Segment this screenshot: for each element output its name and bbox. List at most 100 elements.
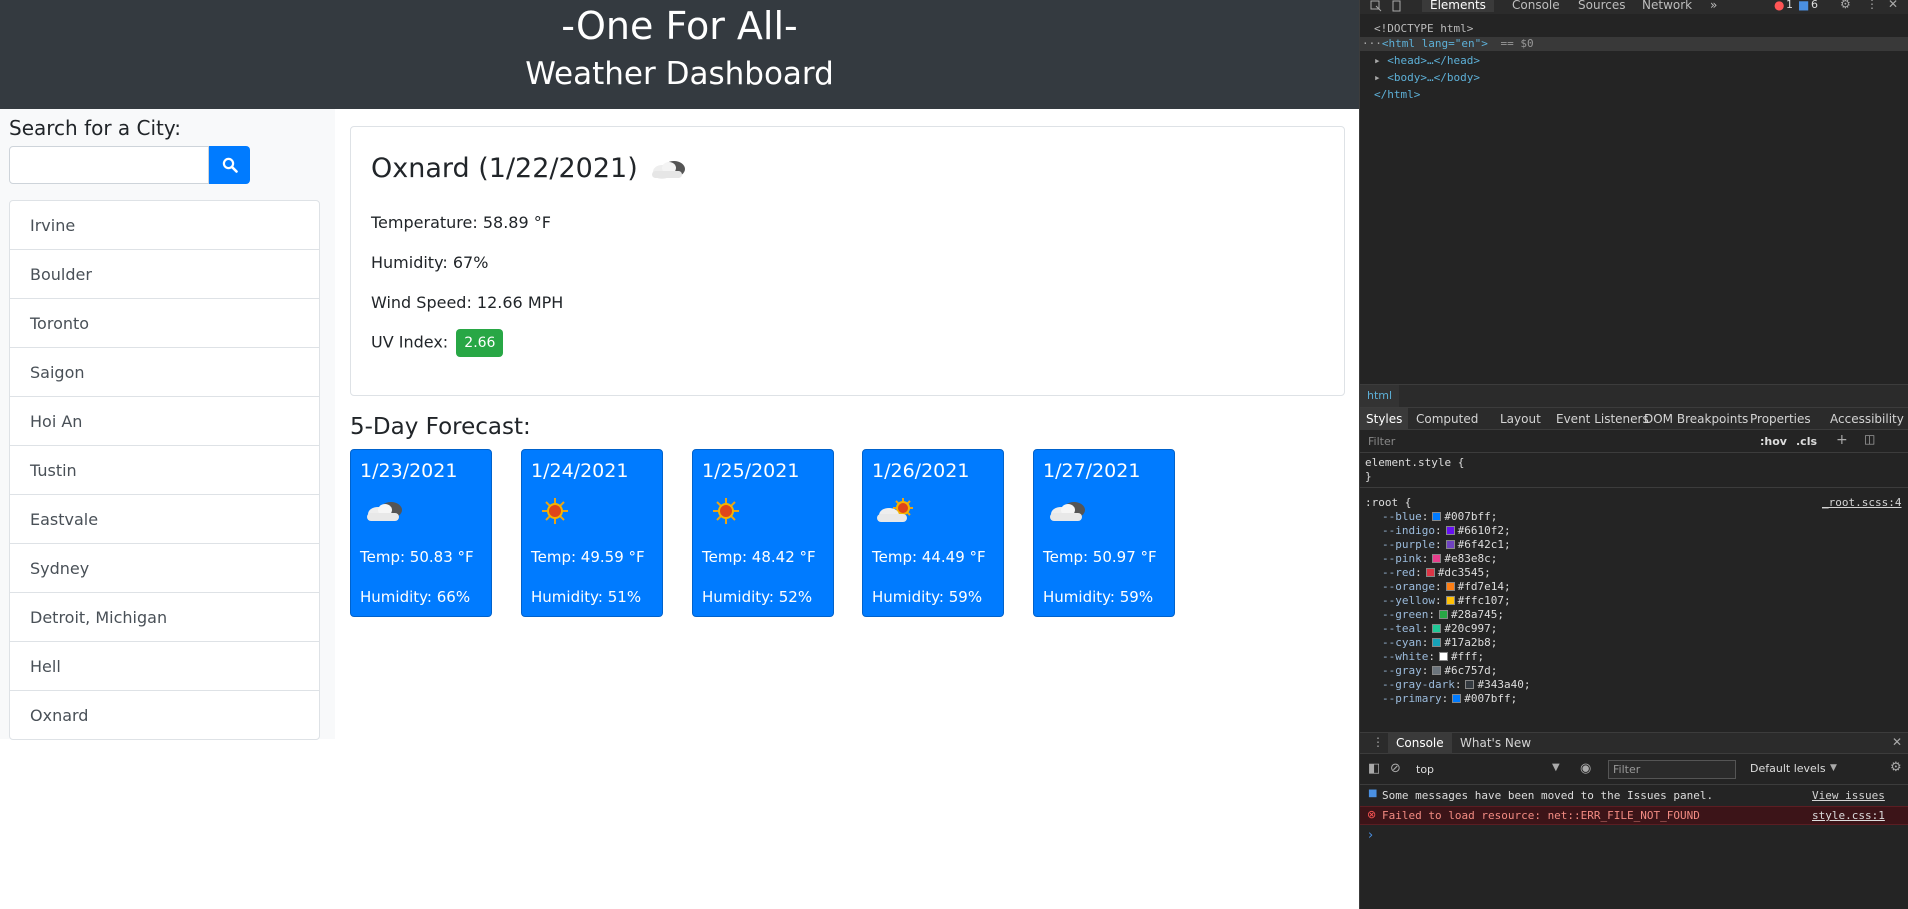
root-source-link[interactable]: _root.scss:4 xyxy=(1822,496,1901,509)
css-variable-value: #6c757d xyxy=(1444,664,1491,677)
drawer-menu-icon[interactable]: ⋮ xyxy=(1372,735,1384,749)
tab-drawer-console[interactable]: Console xyxy=(1388,733,1452,754)
css-variable[interactable]: --gray-dark: #343a40; xyxy=(1382,678,1530,691)
tab-properties[interactable]: Properties xyxy=(1750,412,1811,426)
console-prompt[interactable]: › xyxy=(1368,828,1373,843)
breadcrumb-html[interactable]: html xyxy=(1360,385,1400,407)
color-swatch[interactable] xyxy=(1445,582,1455,591)
console-settings-icon[interactable]: ⚙ xyxy=(1890,760,1902,775)
tab-accessibility[interactable]: Accessibility xyxy=(1830,412,1904,426)
city-item[interactable]: Boulder xyxy=(10,250,319,299)
tab-dom-breakpoints[interactable]: DOM Breakpoints xyxy=(1644,412,1748,426)
forecast-card: 1/24/2021 Temp: 49.59 °F Humidity: 51% xyxy=(521,449,663,617)
issue-count[interactable]: 6 xyxy=(1811,0,1818,11)
color-swatch[interactable] xyxy=(1445,596,1455,605)
search-input[interactable] xyxy=(9,146,209,184)
css-variable[interactable]: --gray: #6c757d; xyxy=(1382,664,1497,677)
city-item[interactable]: Sydney xyxy=(10,544,319,593)
css-variable[interactable]: --green: #28a745; xyxy=(1382,608,1504,621)
console-sidebar-icon[interactable]: ◧ xyxy=(1368,761,1380,776)
error-count[interactable]: 1 xyxy=(1786,0,1793,11)
current-weather-card: Oxnard (1/22/2021) Temperature: 58.89 °F… xyxy=(350,126,1345,396)
search-button[interactable] xyxy=(209,146,250,184)
css-variable[interactable]: --yellow: #ffc107; xyxy=(1382,594,1511,607)
city-item[interactable]: Hell xyxy=(10,642,319,691)
context-select[interactable]: top xyxy=(1416,763,1434,776)
css-variable-value: #6f42c1 xyxy=(1457,538,1504,551)
tab-layout[interactable]: Layout xyxy=(1500,412,1541,426)
kebab-menu-icon[interactable]: ⋮ xyxy=(1866,0,1878,11)
root-selector[interactable]: :root { xyxy=(1365,496,1411,509)
color-swatch[interactable] xyxy=(1432,554,1442,563)
forecast-date: 1/27/2021 xyxy=(1043,460,1141,482)
eye-icon[interactable]: ◉ xyxy=(1580,761,1591,776)
clear-console-icon[interactable]: ⊘ xyxy=(1390,761,1401,776)
hov-toggle[interactable]: :hov xyxy=(1760,435,1787,448)
css-variable[interactable]: --blue: #007bff; xyxy=(1382,510,1497,523)
dom-doctype[interactable]: <!DOCTYPE html> xyxy=(1374,22,1473,35)
css-variable[interactable]: --purple: #6f42c1; xyxy=(1382,538,1511,551)
css-variable[interactable]: --primary: #007bff; xyxy=(1382,692,1517,705)
device-toggle-icon[interactable] xyxy=(1390,0,1402,12)
cls-toggle[interactable]: .cls xyxy=(1796,435,1817,448)
forecast-card: 1/23/2021 Temp: 50.83 °F Humidity: 66% xyxy=(350,449,492,617)
colon: : xyxy=(1428,608,1435,621)
element-style-rule[interactable]: element.style { xyxy=(1365,456,1464,469)
color-swatch[interactable] xyxy=(1445,526,1455,535)
tab-event-listeners[interactable]: Event Listeners xyxy=(1556,412,1649,426)
cloud-icon xyxy=(1050,502,1085,521)
city-item[interactable]: Eastvale xyxy=(10,495,319,544)
city-item[interactable]: Hoi An xyxy=(10,397,319,446)
city-item[interactable]: Oxnard xyxy=(10,691,319,739)
tab-elements[interactable]: Elements xyxy=(1422,0,1494,12)
color-swatch[interactable] xyxy=(1438,610,1448,619)
city-item[interactable]: Tustin xyxy=(10,446,319,495)
inspect-icon[interactable] xyxy=(1370,0,1382,12)
css-variable[interactable]: --indigo: #6610f2; xyxy=(1382,524,1511,537)
dom-body[interactable]: ▸ <body>…</body> xyxy=(1374,71,1480,84)
css-variable[interactable]: --white: #fff; xyxy=(1382,650,1484,663)
tab-console[interactable]: Console xyxy=(1512,0,1560,12)
forecast-temp: Temp: 50.83 °F xyxy=(360,548,474,566)
css-variable[interactable]: --red: #dc3545; xyxy=(1382,566,1491,579)
css-variable[interactable]: --pink: #e83e8c; xyxy=(1382,552,1497,565)
tab-computed[interactable]: Computed xyxy=(1416,412,1478,426)
more-tabs-icon[interactable]: » xyxy=(1710,0,1717,12)
styles-filter-input[interactable]: Filter xyxy=(1368,435,1395,448)
css-variable[interactable]: --cyan: #17a2b8; xyxy=(1382,636,1497,649)
issue-icon: ■ xyxy=(1798,0,1810,12)
tab-sources[interactable]: Sources xyxy=(1578,0,1625,12)
close-icon[interactable]: ✕ xyxy=(1888,0,1898,11)
city-item[interactable]: Saigon xyxy=(10,348,319,397)
dom-html-close[interactable]: </html> xyxy=(1374,88,1420,101)
drawer-close-icon[interactable]: ✕ xyxy=(1892,735,1902,749)
tab-styles[interactable]: Styles xyxy=(1360,408,1409,430)
dom-html-selected[interactable]: ···<html lang="en"> == $0 xyxy=(1360,37,1908,51)
view-issues-link[interactable]: View issues xyxy=(1812,789,1885,802)
css-variable[interactable]: --orange: #fd7e14; xyxy=(1382,580,1511,593)
color-swatch[interactable] xyxy=(1432,638,1442,647)
color-swatch[interactable] xyxy=(1438,652,1448,661)
color-swatch[interactable] xyxy=(1432,624,1442,633)
dom-head[interactable]: ▸ <head>…</head> xyxy=(1374,54,1480,67)
new-rule-icon[interactable]: + xyxy=(1836,432,1848,448)
tab-whats-new[interactable]: What's New xyxy=(1460,736,1531,750)
color-swatch[interactable] xyxy=(1425,568,1435,577)
error-source-link[interactable]: style.css:1 xyxy=(1812,809,1885,822)
forecast-date: 1/24/2021 xyxy=(531,460,629,482)
color-swatch[interactable] xyxy=(1465,680,1475,689)
css-variable-value: #343a40 xyxy=(1477,678,1524,691)
css-variable[interactable]: --teal: #20c997; xyxy=(1382,622,1497,635)
gear-icon[interactable]: ⚙ xyxy=(1840,0,1851,11)
city-item[interactable]: Irvine xyxy=(10,201,319,250)
color-swatch[interactable] xyxy=(1432,512,1442,521)
color-swatch[interactable] xyxy=(1452,694,1462,703)
city-item[interactable]: Toronto xyxy=(10,299,319,348)
city-item[interactable]: Detroit, Michigan xyxy=(10,593,319,642)
color-swatch[interactable] xyxy=(1432,666,1442,675)
console-filter-input[interactable]: Filter xyxy=(1608,760,1736,779)
color-swatch[interactable] xyxy=(1445,540,1455,549)
log-levels-select[interactable]: Default levels xyxy=(1750,762,1826,775)
tab-network[interactable]: Network xyxy=(1642,0,1692,12)
sidebar-toggle-icon[interactable]: ◫ xyxy=(1864,432,1875,446)
